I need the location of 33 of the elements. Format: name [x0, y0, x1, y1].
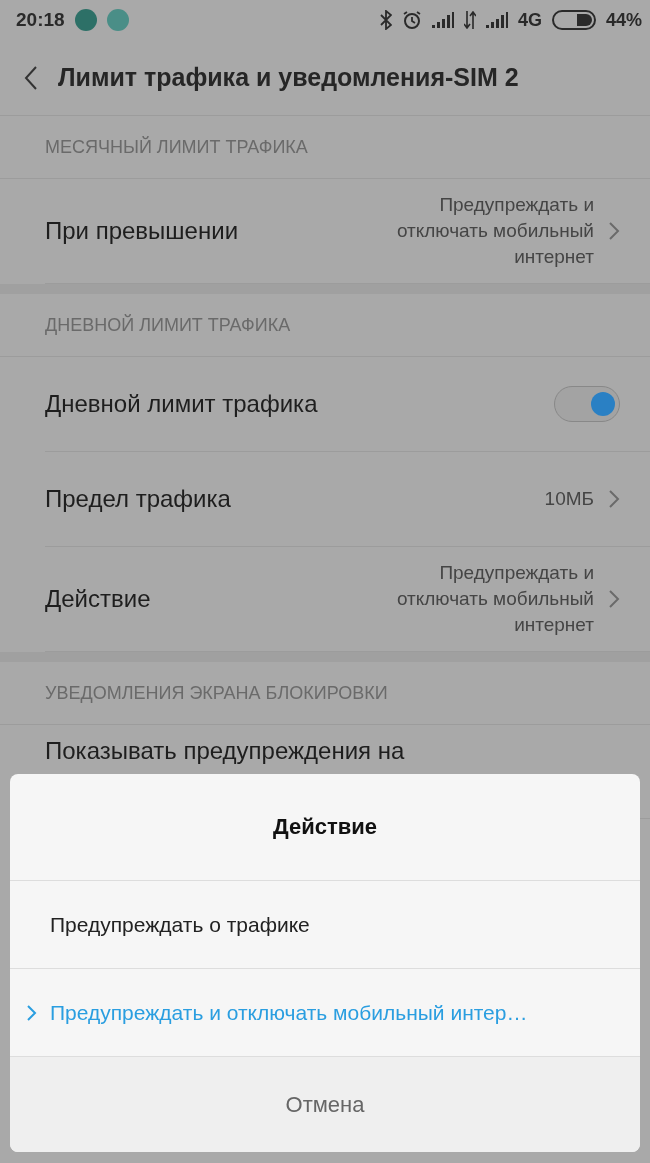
chevron-icon	[608, 221, 620, 241]
section-header: УВЕДОМЛЕНИЯ ЭКРАНА БЛОКИРОВКИ	[45, 682, 388, 704]
battery-percent: 44%	[605, 9, 642, 31]
dialog-title: Действие	[273, 814, 377, 840]
row-value: Предупреждать и отключать мобильный интернет	[395, 193, 594, 269]
signal-icon	[431, 12, 454, 28]
signal-icon	[485, 12, 508, 28]
app-notification-icon	[106, 9, 129, 31]
back-icon[interactable]	[24, 64, 38, 91]
app-notification-icon	[74, 9, 97, 31]
row-label: Показывать предупреждения на	[45, 737, 406, 765]
data-arrows-icon	[463, 11, 476, 29]
section-header: ДНЕВНОЙ ЛИМИТ ТРАФИКА	[45, 314, 291, 336]
dialog-option[interactable]: Предупреждать о трафике	[10, 881, 640, 969]
alarm-icon	[401, 10, 422, 30]
section-header: МЕСЯЧНЫЙ ЛИМИТ ТРАФИКА	[45, 136, 308, 158]
network-type: 4G	[517, 9, 542, 31]
row-value: 10МБ	[544, 487, 594, 511]
toggle-switch[interactable]	[554, 386, 620, 422]
settings-row[interactable]: Предел трафика 10МБ	[45, 452, 650, 547]
screen-title: Лимит трафика и уведомления-SIM 2	[58, 63, 519, 92]
row-label: Предел трафика	[45, 485, 232, 513]
chevron-icon	[608, 489, 620, 509]
chevron-icon	[26, 1003, 38, 1022]
status-time: 20:18	[16, 9, 65, 31]
bluetooth-icon	[379, 10, 392, 30]
row-label: Дневной лимит трафика	[45, 390, 319, 418]
row-label: При превышении	[45, 217, 240, 245]
cancel-button[interactable]: Отмена	[10, 1057, 640, 1152]
chevron-icon	[608, 589, 620, 609]
row-label: Действие	[45, 585, 152, 613]
battery-icon	[551, 10, 596, 30]
row-value: Предупреждать и отключать мобильный интернет	[395, 561, 594, 637]
